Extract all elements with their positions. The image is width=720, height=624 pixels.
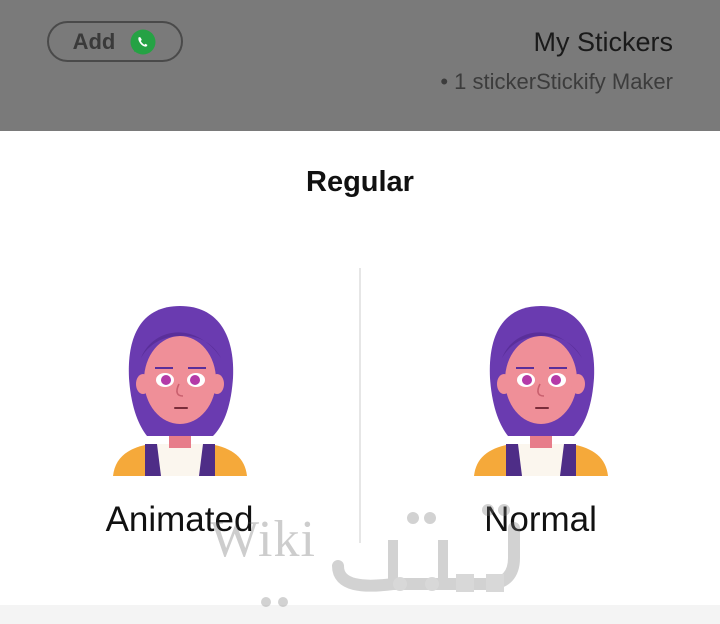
pack-title: My Stickers <box>533 27 673 57</box>
option-normal[interactable]: Normal <box>361 280 720 550</box>
cartoon-girl-avatar-icon <box>112 306 247 476</box>
sticker-pack-header: Add My Stickers • 1 stickerStickify Make… <box>0 0 720 131</box>
cartoon-girl-avatar-icon <box>473 306 608 476</box>
add-button-label: Add <box>72 28 116 54</box>
bottom-strip <box>0 605 720 624</box>
option-animated-label: Animated <box>105 500 254 539</box>
whatsapp-icon <box>130 29 156 54</box>
pack-subtitle: • 1 stickerStickify Maker <box>440 69 673 94</box>
option-animated[interactable]: Animated <box>0 280 359 550</box>
sheet-title: Regular <box>306 166 414 198</box>
option-normal-label: Normal <box>484 500 597 539</box>
add-to-whatsapp-button[interactable]: Add <box>47 21 183 62</box>
